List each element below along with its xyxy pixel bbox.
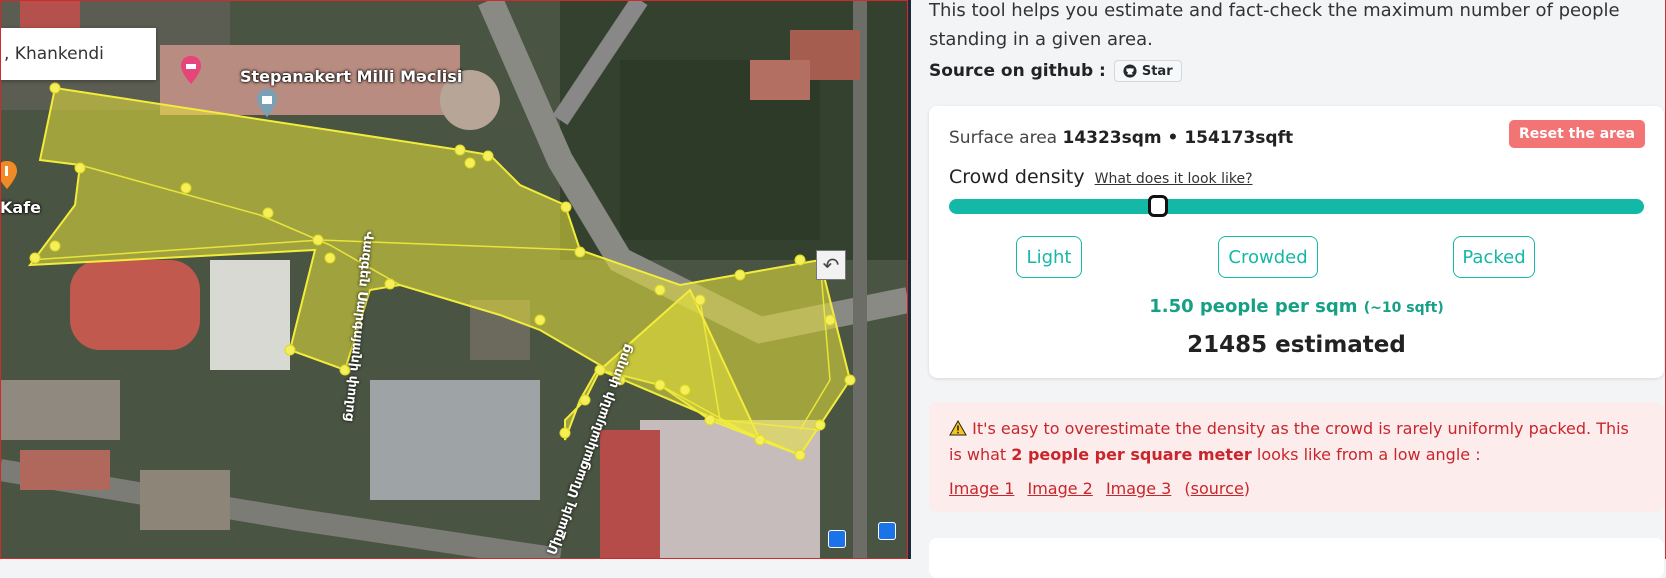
source-line: Source on github : Star [929, 60, 1182, 82]
density-slider-thumb[interactable] [1147, 195, 1168, 217]
image-1-link[interactable]: Image 1 [949, 479, 1014, 498]
github-star-button[interactable]: Star [1113, 60, 1182, 82]
map-view[interactable]: , Khankendi Stepanakert Milli Məclisi Ka… [0, 0, 908, 559]
source-link-wrapper: (source) [1184, 479, 1251, 498]
image-2-link[interactable]: Image 2 [1027, 479, 1092, 498]
image-links: Image 1 Image 2 Image 3 (source) [949, 476, 1644, 502]
density-help-link[interactable]: What does it look like? [1095, 171, 1253, 187]
preset-crowded-button[interactable]: Crowded [1218, 236, 1318, 278]
estimated-count: 21485 estimated [1187, 332, 1406, 358]
government-building-marker-icon[interactable] [256, 88, 278, 118]
warning-text-end: looks like from a low angle : [1251, 445, 1481, 464]
sqft-per-person: (~10 sqft) [1363, 300, 1444, 316]
surface-area: Surface area 14323sqm • 154173sqft [949, 128, 1293, 148]
surface-area-value: 14323sqm • 154173sqft [1062, 128, 1294, 148]
image-3-link[interactable]: Image 3 [1106, 479, 1171, 498]
star-label: Star [1141, 63, 1173, 79]
bus-stop-icon[interactable] [828, 530, 846, 548]
github-icon [1123, 64, 1137, 78]
people-per-sqm: 1.50 people per sqm [1149, 296, 1358, 317]
source-link[interactable]: source [1191, 479, 1244, 498]
density-readout: 1.50 people per sqm (~10 sqft) [929, 296, 1664, 317]
place-label-parliament[interactable]: Stepanakert Milli Məclisi [240, 67, 462, 86]
warning-message: It's easy to overestimate the density as… [949, 416, 1644, 468]
warning-icon [949, 419, 967, 436]
source-label: Source on github : [929, 61, 1106, 81]
intro-text: This tool helps you estimate and fact-ch… [929, 0, 1620, 50]
map-search-input[interactable]: , Khankendi [0, 28, 156, 80]
preset-packed-button[interactable]: Packed [1453, 236, 1535, 278]
restaurant-marker-icon[interactable] [0, 160, 18, 190]
crowd-density-label: Crowd density [949, 166, 1085, 188]
density-slider-track[interactable] [949, 199, 1644, 214]
hotel-marker-icon[interactable] [180, 55, 202, 85]
estimator-panel: This tool helps you estimate and fact-ch… [911, 0, 1666, 578]
reset-area-button[interactable]: Reset the area [1509, 120, 1645, 148]
preset-light-button[interactable]: Light [1016, 236, 1082, 278]
warning-bold-text: 2 people per square meter [1011, 445, 1252, 464]
density-warning: It's easy to overestimate the density as… [929, 402, 1664, 512]
crowd-density-heading: Crowd density What does it look like? [949, 166, 1253, 188]
bus-stop-icon[interactable] [878, 522, 896, 540]
next-card [929, 538, 1664, 578]
undo-icon[interactable]: ↶ [816, 250, 846, 280]
surface-area-label: Surface area [949, 128, 1058, 148]
place-label-cafe[interactable]: Kafe [0, 198, 41, 217]
estimate-card: Surface area 14323sqm • 154173sqft Reset… [929, 106, 1664, 378]
